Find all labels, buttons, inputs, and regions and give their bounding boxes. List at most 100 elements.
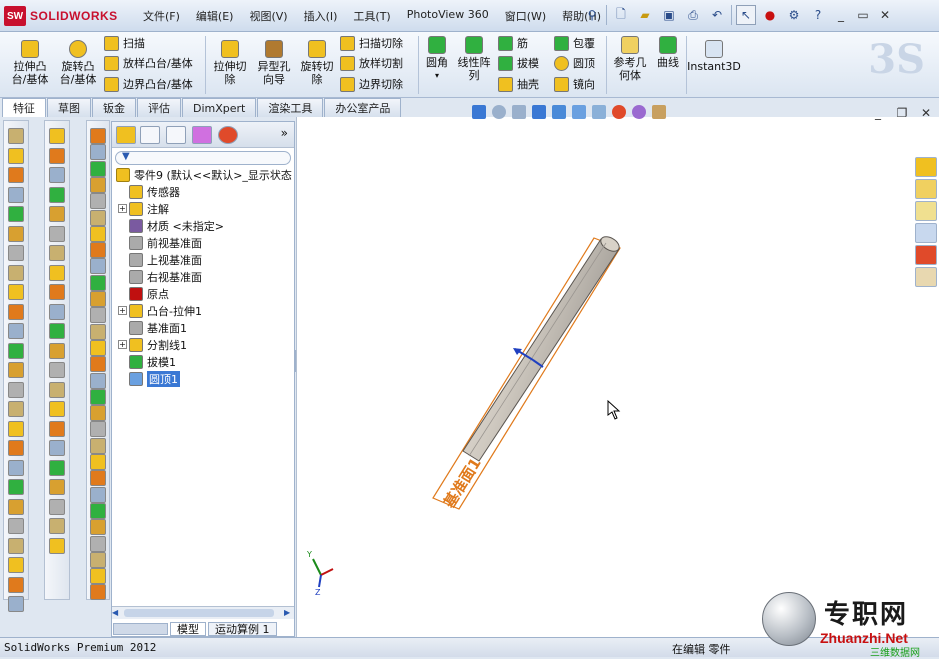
toolbar-tool-icon[interactable]	[8, 518, 24, 534]
draft-button[interactable]: 拔模	[498, 54, 539, 72]
dimxpert-tab-icon[interactable]	[192, 126, 212, 144]
tree-item[interactable]: +拔模1	[118, 353, 176, 370]
toolbar-tool-icon[interactable]	[49, 420, 65, 437]
toolbar-tool-icon[interactable]	[90, 258, 106, 275]
sweep-button[interactable]: 扫描	[104, 34, 145, 52]
toolbar-tool-icon[interactable]	[8, 128, 24, 144]
fillet-dropdown-icon[interactable]: ▾	[435, 69, 439, 82]
toolbar-tool-icon[interactable]	[49, 186, 65, 203]
tree-item[interactable]: +基准面1	[118, 319, 187, 336]
toolbar-tool-icon[interactable]	[90, 388, 106, 405]
curves-button[interactable]: 曲线	[653, 36, 683, 69]
toolbar-tool-icon[interactable]	[90, 291, 106, 307]
toolbar-tool-icon[interactable]	[90, 339, 106, 356]
toolbar-tool-icon[interactable]	[8, 323, 24, 339]
options-gear-icon[interactable]: ⚙	[784, 5, 804, 25]
toolbar-tool-icon[interactable]	[49, 518, 65, 534]
traffic-light-icon[interactable]: ●	[760, 5, 780, 25]
toolbar-tool-icon[interactable]	[8, 264, 24, 281]
restore-icon[interactable]: ▭	[854, 7, 872, 23]
toolbar-tool-icon[interactable]	[49, 167, 65, 183]
toolbar-tool-icon[interactable]	[8, 498, 24, 515]
toolbar-tool-icon[interactable]	[90, 551, 106, 568]
toolbar-tool-icon[interactable]	[90, 307, 106, 324]
tree-item[interactable]: +右视基准面	[118, 268, 202, 285]
menu-tools[interactable]: 工具(T)	[345, 8, 398, 24]
pin-icon[interactable]: ⚲	[582, 5, 602, 25]
tab-sketch[interactable]: 草图	[47, 98, 91, 117]
toolbar-tool-icon[interactable]	[8, 362, 24, 378]
toolbar-tool-icon[interactable]	[49, 440, 65, 456]
toolbar-tool-icon[interactable]	[90, 535, 106, 552]
toolbar-tool-icon[interactable]	[8, 147, 24, 164]
toolbar-tool-icon[interactable]	[90, 323, 106, 340]
toolbar-tool-icon[interactable]	[8, 440, 24, 456]
toolbar-tool-icon[interactable]	[90, 502, 106, 519]
toolbar-tool-icon[interactable]	[90, 144, 106, 161]
cylinder-body[interactable]	[462, 238, 620, 462]
extrude-boss-button[interactable]: 拉伸凸 台/基体	[8, 40, 52, 86]
toolbar-tool-icon[interactable]	[49, 245, 65, 261]
tree-item[interactable]: +材质 <未指定>	[118, 217, 224, 234]
configuration-tab-icon[interactable]	[166, 126, 186, 144]
menu-edit[interactable]: 编辑(E)	[188, 8, 242, 24]
toolbar-tool-icon[interactable]	[49, 225, 65, 242]
toolbar-tool-icon[interactable]	[90, 470, 106, 487]
expand-toggle-icon[interactable]: +	[118, 306, 127, 315]
toolbar-tool-icon[interactable]	[49, 459, 65, 476]
minimize-icon[interactable]: _	[832, 7, 850, 23]
open-folder-icon[interactable]: ▰	[635, 5, 655, 25]
toolbar-tool-icon[interactable]	[49, 147, 65, 164]
tab-dimxpert[interactable]: DimXpert	[182, 98, 257, 117]
fillet-button[interactable]: 圆角 ▾	[422, 36, 452, 82]
linear-pattern-button[interactable]: 线性阵 列	[454, 36, 494, 82]
toolbar-tool-icon[interactable]	[49, 362, 65, 378]
toolbar-tool-icon[interactable]	[8, 303, 24, 320]
tree-item[interactable]: + 凸台-拉伸1	[118, 302, 202, 319]
tree-item[interactable]: +原点	[118, 285, 169, 302]
tree-filter-input[interactable]: ▼	[115, 151, 291, 165]
boundary-cut-button[interactable]: 边界切除	[340, 75, 403, 93]
toolbar-tool-icon[interactable]	[8, 479, 24, 495]
toolbar-tool-icon[interactable]	[8, 420, 24, 437]
tree-root-part[interactable]: 零件9 (默认<<默认>_显示状态	[116, 166, 292, 183]
expand-toggle-icon[interactable]: +	[118, 204, 127, 213]
toolbar-tool-icon[interactable]	[49, 498, 65, 515]
graphics-area[interactable]: _ ❐ ✕ 基准面1 Y Z	[296, 105, 939, 637]
toolbar-tool-icon[interactable]	[49, 323, 65, 339]
toolbar-tool-icon[interactable]	[90, 176, 106, 193]
toolbar-tool-icon[interactable]	[8, 167, 24, 183]
tree-item[interactable]: +圆顶1	[118, 370, 180, 387]
revolve-cut-button[interactable]: 旋转切 除	[297, 40, 337, 86]
sweep-cut-button[interactable]: 扫描切除	[340, 34, 403, 52]
toolbar-tool-icon[interactable]	[8, 206, 24, 222]
toolbar-tool-icon[interactable]	[49, 479, 65, 495]
expand-toggle-icon[interactable]: +	[118, 340, 127, 349]
toolbar-tool-icon[interactable]	[90, 421, 106, 438]
tab-model[interactable]: 模型	[170, 622, 206, 636]
tab-navigation-arrows[interactable]	[113, 623, 168, 635]
tree-item[interactable]: + 分割线1	[118, 336, 187, 353]
toolbar-tool-icon[interactable]	[8, 537, 24, 554]
help-icon[interactable]: ?	[808, 5, 828, 25]
toolbar-tool-icon[interactable]	[90, 437, 106, 454]
toolbar-tool-icon[interactable]	[49, 128, 65, 144]
instant3d-button[interactable]: Instant3D	[687, 40, 741, 73]
undo-icon[interactable]: ↶	[707, 5, 727, 25]
tree-horizontal-scrollbar[interactable]: ◀ ▶	[112, 606, 294, 619]
toolbar-tool-icon[interactable]	[8, 596, 24, 612]
toolbar-tool-icon[interactable]	[90, 519, 106, 536]
mirror-button[interactable]: 镜向	[554, 75, 595, 93]
menu-insert[interactable]: 插入(I)	[296, 8, 346, 24]
toolbar-tool-icon[interactable]	[90, 372, 106, 389]
tab-features[interactable]: 特征	[2, 98, 46, 117]
loft-boss-button[interactable]: 放样凸台/基体	[104, 54, 193, 72]
toolbar-tool-icon[interactable]	[8, 284, 24, 300]
menu-file[interactable]: 文件(F)	[135, 8, 188, 24]
scroll-thumb[interactable]	[124, 609, 274, 617]
toolbar-tool-icon[interactable]	[90, 225, 106, 242]
tab-render-tools[interactable]: 渲染工具	[257, 98, 324, 117]
wrap-button[interactable]: 包覆	[554, 34, 595, 52]
toolbar-tool-icon[interactable]	[8, 342, 24, 359]
menu-view[interactable]: 视图(V)	[241, 8, 295, 24]
